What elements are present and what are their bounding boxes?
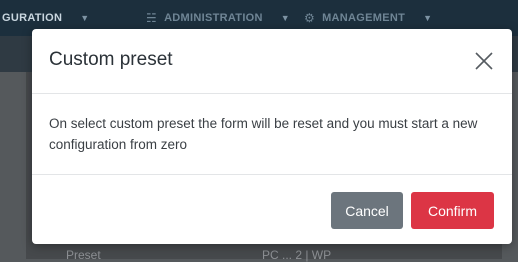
caret-down-icon: ▼ bbox=[80, 13, 90, 23]
caret-down-icon: ▼ bbox=[423, 13, 433, 23]
preset-field-value: PC ... 2 | WP bbox=[262, 248, 332, 262]
nav-item-label: GURATION bbox=[2, 12, 63, 24]
gear-icon: ⚙ bbox=[304, 11, 316, 25]
nav-item-label: MANAGEMENT bbox=[322, 12, 406, 24]
admin-icon: ☵ bbox=[146, 11, 158, 25]
preset-field-label: Preset bbox=[66, 248, 101, 262]
nav-item-label: ADMINISTRATION bbox=[164, 12, 263, 24]
modal-header: Custom preset bbox=[32, 29, 512, 94]
cancel-button[interactable]: Cancel bbox=[331, 192, 403, 229]
modal-title: Custom preset bbox=[49, 49, 173, 70]
modal-footer: Cancel Confirm bbox=[32, 174, 512, 245]
modal-message: On select custom preset the form will be… bbox=[49, 116, 478, 152]
custom-preset-modal: Custom preset On select custom preset th… bbox=[32, 29, 512, 244]
caret-down-icon: ▼ bbox=[280, 13, 290, 23]
close-button[interactable] bbox=[472, 49, 496, 73]
close-icon bbox=[475, 52, 493, 70]
confirm-button[interactable]: Confirm bbox=[411, 192, 494, 229]
